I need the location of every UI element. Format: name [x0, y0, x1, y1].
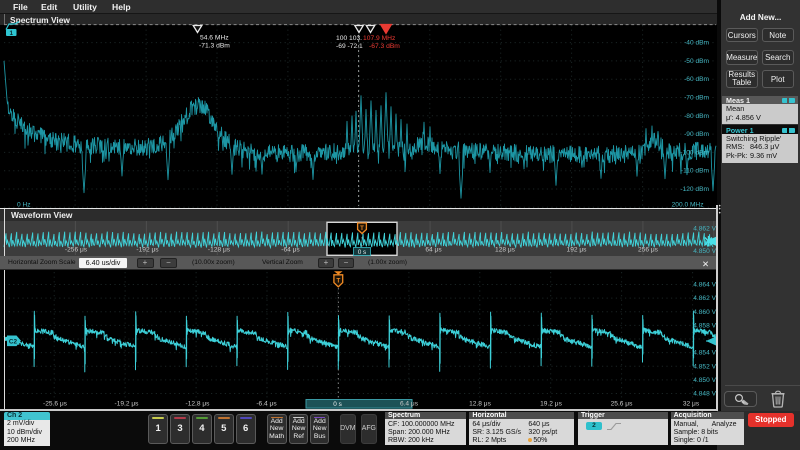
svg-text:0 s: 0 s — [358, 249, 366, 256]
svg-text:64 μs: 64 μs — [425, 247, 442, 254]
svg-text:4.862 V: 4.862 V — [693, 295, 716, 302]
svg-text:T: T — [360, 226, 364, 232]
svg-text:T: T — [336, 277, 340, 284]
svg-text:-256 μs: -256 μs — [65, 247, 88, 254]
svg-text:-6.4 μs: -6.4 μs — [256, 401, 277, 408]
svg-text:-128 μs: -128 μs — [208, 247, 231, 254]
svg-text:-19.2 μs: -19.2 μs — [115, 401, 140, 408]
svg-text:192 μs: 192 μs — [567, 247, 588, 254]
svg-text:C2: C2 — [9, 339, 18, 346]
svg-text:19.2 μs: 19.2 μs — [540, 401, 562, 408]
svg-text:4.852 V: 4.852 V — [693, 363, 716, 370]
svg-text:4.848 V: 4.848 V — [693, 391, 716, 398]
svg-text:256 μs: 256 μs — [638, 247, 659, 254]
svg-text:4.850 V: 4.850 V — [693, 248, 716, 255]
svg-text:4.864 V: 4.864 V — [693, 282, 716, 289]
svg-text:-192 μs: -192 μs — [136, 247, 159, 254]
svg-text:4.860 V: 4.860 V — [693, 309, 716, 316]
svg-text:25.6 μs: 25.6 μs — [611, 401, 633, 408]
svg-text:4.862 V: 4.862 V — [693, 226, 716, 233]
svg-text:4.858 V: 4.858 V — [693, 322, 716, 329]
svg-text:4.850 V: 4.850 V — [693, 377, 716, 384]
svg-text:0 s: 0 s — [333, 401, 342, 408]
svg-text:6.4 μs: 6.4 μs — [400, 401, 419, 408]
svg-text:-25.6 μs: -25.6 μs — [43, 401, 68, 408]
svg-text:32 μs: 32 μs — [683, 401, 700, 408]
svg-text:128 μs: 128 μs — [495, 247, 516, 254]
svg-text:-64 μs: -64 μs — [281, 247, 300, 254]
svg-text:12.8 μs: 12.8 μs — [469, 401, 491, 408]
svg-text:4.854 V: 4.854 V — [693, 350, 716, 357]
svg-text:-12.8 μs: -12.8 μs — [186, 401, 211, 408]
